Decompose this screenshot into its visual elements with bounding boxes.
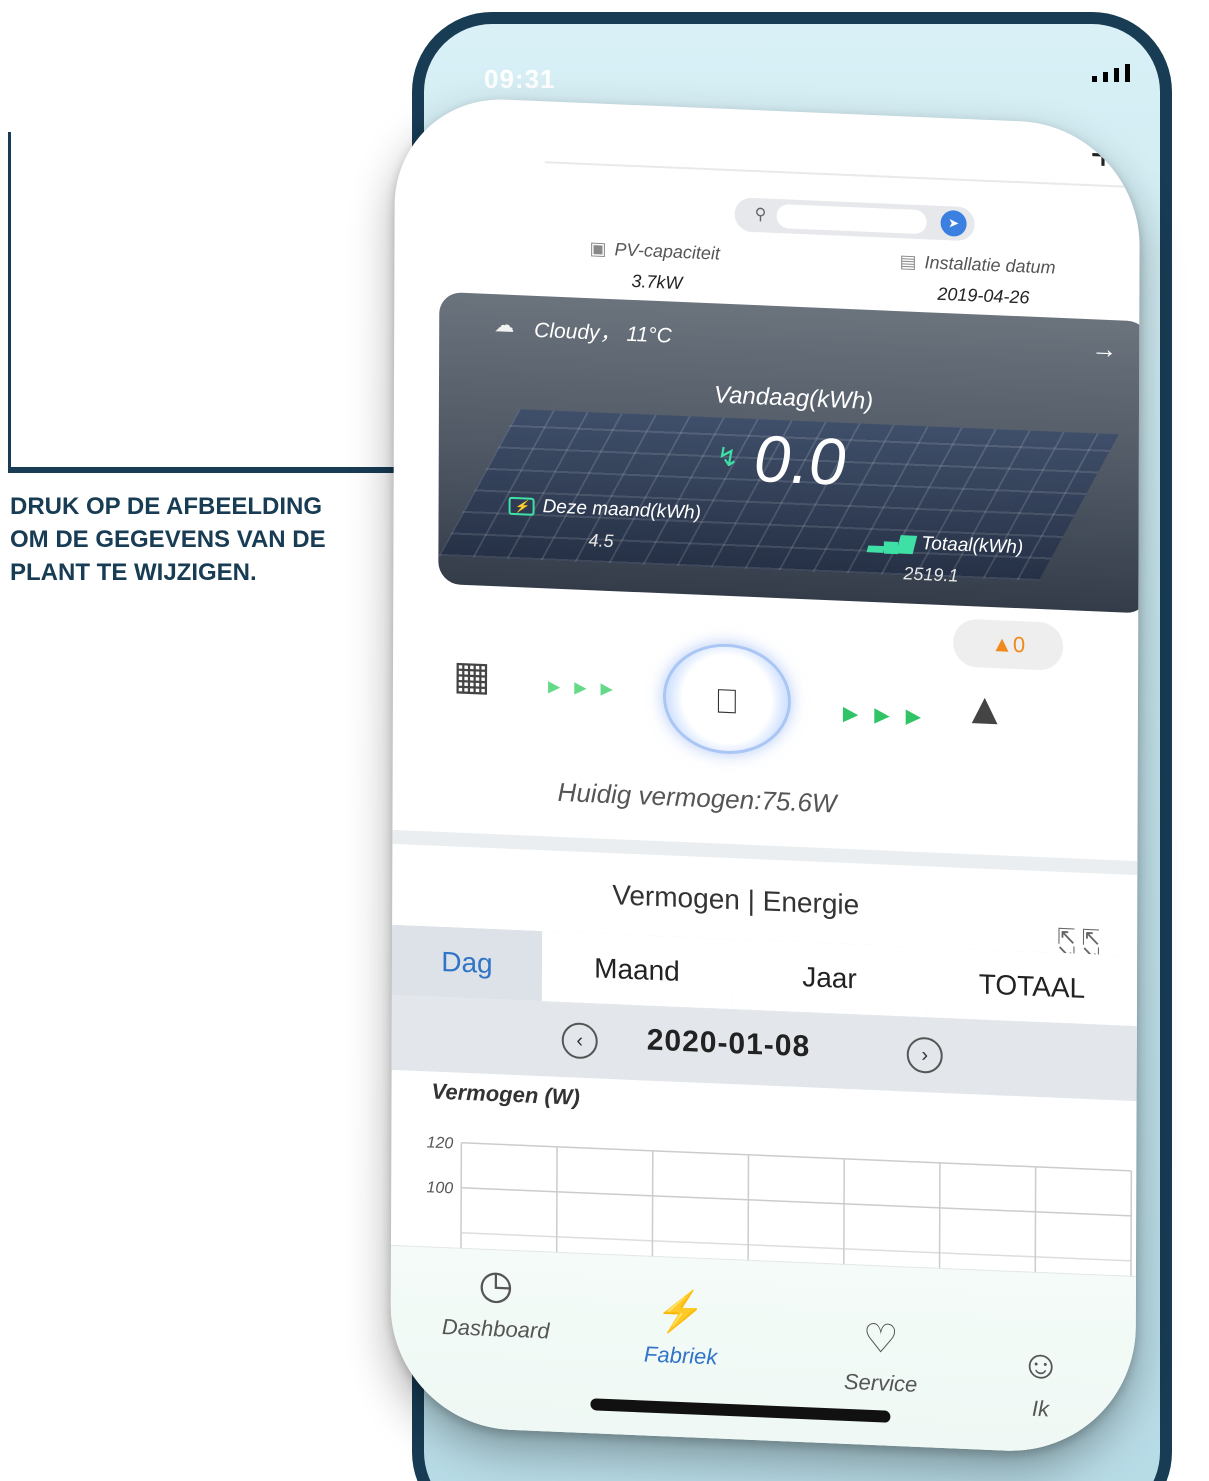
cloud-icon: ☁ xyxy=(494,314,515,337)
total-label: Totaal(kWh) xyxy=(921,533,1024,559)
alarm-count: 0 xyxy=(1012,631,1026,658)
pv-capacity-label: PV-capaciteit xyxy=(614,239,720,264)
bar-chart-icon: ▂▄▆ xyxy=(868,529,914,554)
pv-capacity: ▣ PV-capaciteit 3.7kW xyxy=(589,238,720,295)
plant-icon: ⚡ xyxy=(655,1288,706,1336)
nav-service-label: Service xyxy=(843,1368,918,1397)
section-divider xyxy=(392,829,1138,876)
selected-date[interactable]: 2020-01-08 xyxy=(647,1024,811,1065)
inverter-icon[interactable]: ⎕ xyxy=(662,641,792,757)
plus-icon[interactable]: + xyxy=(1090,130,1116,181)
bolt-icon: ↯ xyxy=(716,441,739,473)
chart-grid-line xyxy=(461,1142,1132,1172)
weather-text: Cloudy， 11°C xyxy=(534,318,672,348)
chart-ticks: 120 100 xyxy=(426,1134,453,1197)
nav-service[interactable]: ♡ Service xyxy=(816,1314,946,1399)
tab-totaal[interactable]: TOTAAL xyxy=(926,947,1138,1027)
total-value: 2519.1 xyxy=(903,563,959,586)
install-date-label: Installatie datum xyxy=(924,252,1056,278)
battery-icon: ⚡ xyxy=(508,496,535,516)
header-divider xyxy=(544,161,1140,189)
pin-icon: ⚲ xyxy=(754,206,767,224)
user-icon: ☺ xyxy=(1020,1342,1062,1388)
screenshot-stage: DRUK OP DE AFBEELDING OM DE GEGEVENS VAN… xyxy=(0,0,1209,1481)
annotation-line-horizontal xyxy=(8,467,448,473)
month-value: 4.5 xyxy=(588,530,614,552)
chart-y-tick-label: 120 xyxy=(427,1134,454,1152)
chart-grid-line xyxy=(461,1187,1132,1217)
nav-ik-label: Ik xyxy=(1031,1395,1050,1422)
locate-icon[interactable]: ➤ xyxy=(940,209,967,237)
nav-fabriek-label: Fabriek xyxy=(643,1341,718,1370)
chevron-left-icon[interactable]: ‹ xyxy=(561,1021,598,1060)
chart-y-tick-label: 100 xyxy=(426,1179,453,1197)
app-screen: + ⚲ ➤ ▣ PV-capaciteit 3.7kW ▤ Installatie … xyxy=(390,95,1140,1457)
pv-capacity-value: 3.7kW xyxy=(631,270,683,294)
tab-jaar[interactable]: Jaar xyxy=(731,939,928,1018)
today-value: 0.0 xyxy=(753,421,846,499)
alarm-icon: ▲ xyxy=(991,630,1013,657)
nav-fabriek[interactable]: ⚡ Fabriek xyxy=(621,1285,741,1371)
nav-dashboard-label: Dashboard xyxy=(441,1313,550,1344)
nav-dashboard[interactable]: ◷ Dashboard xyxy=(431,1260,561,1345)
panel-icon: ▣ xyxy=(589,238,607,259)
status-time: 09:31 xyxy=(484,64,556,94)
status-icons xyxy=(1092,64,1130,82)
chart-y-axis-title: Vermogen (W) xyxy=(431,1078,580,1110)
dashboard-icon: ◷ xyxy=(478,1262,514,1308)
annotation-line-1: DRUK OP DE AFBEELDING xyxy=(10,493,323,520)
tab-maand[interactable]: Maand xyxy=(541,931,733,1010)
flow-arrows-icon: ▶▶▶ xyxy=(547,678,627,699)
annotation-line-3: PLANT TE WIJZIGEN. xyxy=(10,559,257,586)
alarm-badge[interactable]: ▲0 xyxy=(953,618,1064,672)
signal-bar-icon xyxy=(1092,76,1097,82)
calendar-icon: ▤ xyxy=(899,251,917,272)
grid-tower-icon: ▲ xyxy=(962,683,1007,735)
signal-bar-icon xyxy=(1125,64,1130,82)
arrow-right-icon[interactable]: → xyxy=(1091,333,1117,365)
today-label: Vandaag(kWh) xyxy=(713,381,874,416)
location-input[interactable] xyxy=(776,203,927,235)
annotation-text: DRUK OP DE AFBEELDING OM DE GEGEVENS VAN… xyxy=(10,490,390,589)
service-icon: ♡ xyxy=(862,1316,899,1363)
signal-bar-icon xyxy=(1103,72,1108,82)
annotation-line-2: OM DE GEGEVENS VAN DE xyxy=(10,526,326,553)
install-date: ▤ Installatie datum 2019-04-26 xyxy=(899,251,1055,310)
install-date-value: 2019-04-26 xyxy=(937,283,1030,308)
annotation-line-vertical xyxy=(8,132,11,472)
plant-image-card[interactable]: ☁ Cloudy， 11°C → Vandaag(kWh) ↯ 0.0 ⚡ Dez… xyxy=(438,291,1140,614)
chart-section-title: Vermogen | Energie xyxy=(612,879,860,921)
signal-bar-icon xyxy=(1114,68,1119,82)
flow-arrows-icon: ▶▶▶ xyxy=(842,702,938,729)
solar-panel-icon: ▦ xyxy=(452,653,491,700)
nav-ik[interactable]: ☺ Ik xyxy=(1000,1341,1080,1423)
tab-dag[interactable]: Dag xyxy=(391,924,543,1002)
location-search[interactable]: ⚲ ➤ xyxy=(734,197,975,242)
chevron-right-icon[interactable]: › xyxy=(906,1036,943,1074)
bottom-navbar: ◷ Dashboard ⚡ Fabriek ♡ Service ☺ Ik xyxy=(390,1244,1136,1457)
